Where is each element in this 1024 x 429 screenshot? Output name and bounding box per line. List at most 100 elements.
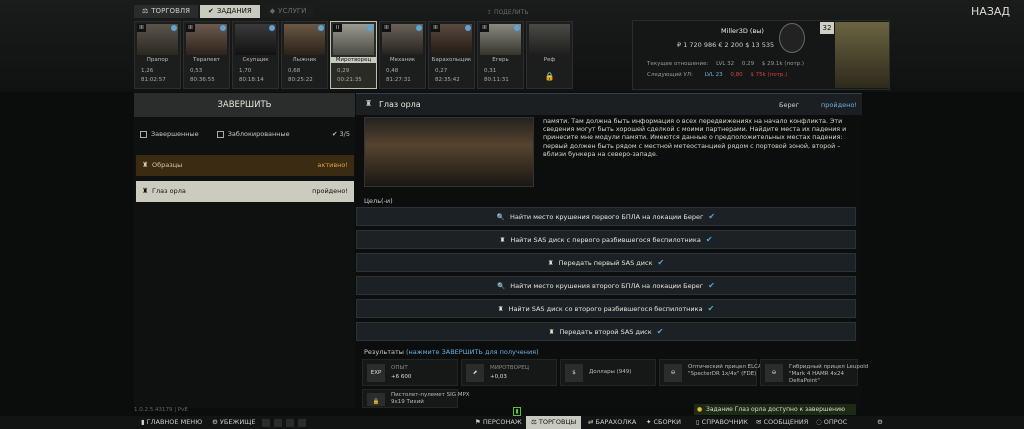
player-money: ₽ 1 720 986 € 2 200 $ 13 535 [677,41,775,49]
tab-tasks[interactable]: ✔ ЗАДАНИЯ [200,5,260,18]
quest-counter: ✔ 3/5 [332,130,350,138]
quest-marker-icon: ♜ [497,304,504,313]
builds-button[interactable]: ✦ СБОРКИ [641,416,686,429]
standing-icon: ⬈ [466,364,484,382]
handbook-button[interactable]: ▯ СПРАВОЧНИК [691,416,753,429]
trader-level-badge: III [382,24,391,32]
character-button[interactable]: ⚑ ПЕРСОНАЖ [470,416,527,429]
quest-item-eagle-eye[interactable]: ♜ Глаз орла пройдено! [136,181,354,202]
check-icon: ✔ [657,258,665,267]
trader-card-peacekeeper[interactable]: II Миротворец 0,29 00:21:35 [330,21,377,89]
exp-icon: EXP [367,364,385,382]
completed-checkbox[interactable] [140,130,147,138]
trader-card-jaeger[interactable]: III Егерь 0,31 80:11:31 [477,21,524,89]
check-icon: ✔ [708,281,715,290]
trader-level-badge: III [431,24,440,32]
objective-row: ♜ Передать второй SAS диск ✔ [356,322,856,341]
player-level-badge: 32 [820,22,834,34]
trader-level-badge: III [186,24,195,32]
share-button[interactable]: ⇪ ПОДЕЛИТЬ [487,9,528,16]
reward-dollars[interactable]: $ Доллары (949) [560,359,656,386]
player-avatar [835,22,889,88]
check-icon: ✔ [708,212,716,221]
trader-level-badge: III [137,24,146,32]
main-tabs: ⚖ ТОРГОВЛЯ ✔ ЗАДАНИЯ ◆ УСЛУГИ [134,5,315,18]
tab-trade[interactable]: ⚖ ТОРГОВЛЯ [134,5,198,18]
trader-name: Терапевт [192,57,221,63]
trader-timer: 80:25:22 [288,77,313,83]
bottom-menu: ▮ ГЛАВНОЕ МЕНЮ ⚙ УБЕЖИЩЕ ⚑ ПЕРСОНАЖ ⚖ ТО… [0,416,1024,429]
quest-title: Глаз орла [379,100,421,109]
quest-available-icon [220,25,226,31]
trader-standing: 1,70 [239,68,252,74]
quest-item-samples[interactable]: ♜ Образцы активно! [136,155,354,176]
survey-button[interactable]: ◌ ОПРОС [811,416,852,429]
reward-leupold-scope[interactable]: ⊖ Гибридный прицел Leupold "Mark 4 HAMR … [760,359,868,386]
quest-available-icon [514,25,520,31]
trader-standing: 0,68 [288,68,301,74]
quick-slot-icon[interactable] [286,419,294,427]
search-icon: 🔍 [496,212,505,221]
trader-name: Механик [389,57,416,63]
trader-level-badge: II [333,24,342,32]
main-menu-button[interactable]: ▮ ГЛАВНОЕ МЕНЮ [136,416,207,429]
trader-card-fence[interactable]: Скупщик 1,70 80:18:14 [232,21,279,89]
quest-marker-icon: ♜ [547,258,554,267]
trader-list: III Прапор 1,26 81:02:57 III Терапевт 0,… [134,21,573,89]
trader-card-skier[interactable]: Лыжник 0,68 80:25:22 [281,21,328,89]
reward-exp[interactable]: EXP ОПЫТ +6 600 [362,359,458,386]
check-icon: ✔ [656,327,664,336]
rewards-title: Результаты (нажмите ЗАВЕРШИТЬ для получе… [364,348,539,356]
tab-services[interactable]: ◆ УСЛУГИ [261,5,315,18]
quest-complete-toast[interactable]: Задание Глаз орла доступно к завершению [694,404,856,415]
back-button[interactable]: НАЗАД [971,5,1010,18]
quest-available-icon [367,25,373,31]
trader-name: Лыжник [292,57,317,63]
lock-icon: 🔒 [367,393,385,406]
player-name: Miller3D (вы) [721,27,764,35]
quest-available-icon [465,25,471,31]
character-icon: ⚑ [475,418,483,426]
hideout-icon: ⚙ [212,418,220,426]
trader-card-mechanic[interactable]: III Механик 0,48 81:27:31 [379,21,426,89]
settings-icon[interactable]: ⚙ [872,416,888,429]
services-icon: ◆ [269,7,276,15]
quest-location: Берег [779,101,799,109]
trader-timer: 00:21:35 [337,77,362,83]
check-circle-icon: ✔ [332,130,340,138]
messages-button[interactable]: ✉ СООБЩЕНИЯ [751,416,813,429]
quick-slot-icon[interactable] [298,419,306,427]
trader-card-therapist[interactable]: III Терапевт 0,53 80:36:55 [183,21,230,89]
trader-timer: 80:11:31 [484,77,509,83]
trader-card-ragman[interactable]: III Барахольщик 0,27 82:35:42 [428,21,475,89]
quick-slot-icon[interactable] [274,419,282,427]
trader-name: Барахольщик [431,57,472,63]
trader-portrait [529,24,570,55]
reward-elcan-scope[interactable]: ⊖ Оптический прицел ELCAN "SpecterDR 1x/… [659,359,766,386]
finish-quest-button[interactable]: ЗАВЕРШИТЬ [134,93,355,117]
trader-name: Прапор [146,57,169,63]
trader-standing: 0,27 [435,68,448,74]
flea-market-button[interactable]: ⇄ БАРАХОЛКА [583,416,641,429]
trader-timer: 81:02:57 [141,77,166,83]
trader-name: Скупщик [242,57,269,63]
scope-icon: ⊖ [664,364,682,382]
builds-icon: ✦ [646,418,654,426]
traders-button[interactable]: ⚖ ТОРГОВЦЫ [526,416,582,429]
trader-card-prapor[interactable]: III Прапор 1,26 81:02:57 [134,21,181,89]
blocked-checkbox[interactable] [216,130,224,138]
check-icon: ✔ [707,304,715,313]
reward-standing[interactable]: ⬈ МИРОТВОРЕЦ +0,03 [461,359,557,386]
trader-card-ref[interactable]: Реф 🔒 [526,21,573,89]
trader-timer: 81:27:31 [386,77,411,83]
trader-standing: 0,53 [190,68,203,74]
reward-sig-mpx[interactable]: 🔒 Пистолет-пулемет SIG MPX 9x19 Тихий [362,389,470,408]
current-standing-row: Текущее отношение: LVL 32 0,29 $ 29.1k (… [647,61,805,67]
hideout-button[interactable]: ⚙ УБЕЖИЩЕ [207,416,261,429]
quick-slot-icon[interactable] [262,419,270,427]
next-level-row: Следующий УЛ: LVL 23 0,80 $ 75k (потр.) [647,72,788,78]
trader-standing: 0,31 [484,68,497,74]
trader-name: Егерь [492,57,509,63]
quest-header: ♜ Глаз орла Берег пройдено! [356,93,862,115]
dollars-icon: $ [565,364,583,382]
